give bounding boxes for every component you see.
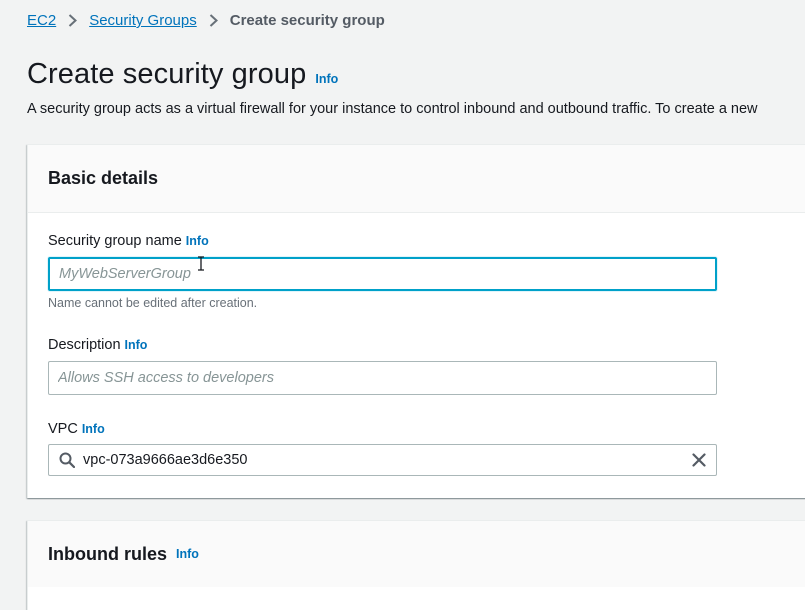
clear-icon[interactable] xyxy=(692,453,706,467)
breadcrumb: EC2 Security Groups Create security grou… xyxy=(27,12,385,29)
chevron-right-icon xyxy=(209,14,218,27)
text-cursor-icon xyxy=(196,256,206,271)
inbound-rules-info-link[interactable]: Info xyxy=(176,547,199,561)
basic-details-header: Basic details xyxy=(28,145,805,213)
basic-details-heading: Basic details xyxy=(48,168,159,188)
basic-details-panel: Basic details Security group name Info N… xyxy=(27,144,805,498)
security-group-name-field: Security group name Info Name cannot be … xyxy=(48,233,717,310)
description-label: Description xyxy=(48,337,121,353)
inbound-rules-header: Inbound rules Info xyxy=(28,521,805,587)
chevron-right-icon xyxy=(68,14,78,27)
vpc-value: vpc-073a9666ae3d6e350 xyxy=(83,452,248,468)
description-label-row: Description Info xyxy=(48,337,717,353)
breadcrumb-current: Create security group xyxy=(229,12,385,29)
security-group-name-constraint: Name cannot be edited after creation. xyxy=(48,296,258,310)
description-field: Description Info xyxy=(48,337,717,395)
page-description: A security group acts as a virtual firew… xyxy=(27,101,758,117)
vpc-field: VPC Info vpc-073a9666ae3d6e350 xyxy=(48,421,717,476)
security-group-name-label: Security group name xyxy=(48,233,182,249)
description-info-link[interactable]: Info xyxy=(125,338,148,352)
vpc-info-link[interactable]: Info xyxy=(82,422,105,436)
search-icon xyxy=(59,452,75,468)
security-group-name-input[interactable] xyxy=(48,257,717,291)
vpc-select[interactable]: vpc-073a9666ae3d6e350 xyxy=(48,444,717,476)
inbound-rules-heading: Inbound rules xyxy=(48,543,167,564)
vpc-label: VPC xyxy=(48,421,78,437)
description-input[interactable] xyxy=(48,361,717,395)
page-info-link[interactable]: Info xyxy=(315,72,338,86)
page-title: Create security group xyxy=(27,58,307,90)
breadcrumb-link-ec2[interactable]: EC2 xyxy=(27,12,56,29)
vpc-label-row: VPC Info xyxy=(48,421,717,437)
security-group-name-info-link[interactable]: Info xyxy=(186,234,209,248)
security-group-name-label-row: Security group name Info xyxy=(48,233,717,249)
inbound-rules-panel: Inbound rules Info xyxy=(27,520,805,610)
breadcrumb-link-security-groups[interactable]: Security Groups xyxy=(89,12,197,29)
page-header: Create security group Info xyxy=(27,58,338,91)
